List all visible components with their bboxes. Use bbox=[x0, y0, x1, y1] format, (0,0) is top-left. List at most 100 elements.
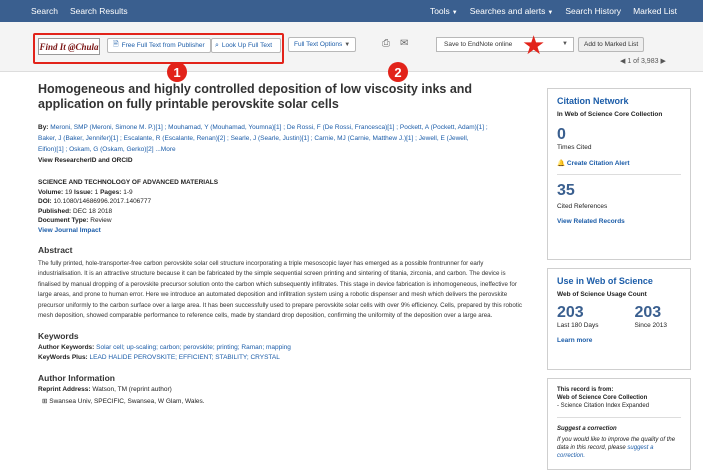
volume-label: Volume: bbox=[38, 188, 64, 196]
usage-heading: Use in Web of Science bbox=[557, 276, 653, 286]
full-text-options-label: Full Text Options bbox=[294, 41, 343, 48]
journal-name: SCIENCE AND TECHNOLOGY OF ADVANCED MATER… bbox=[38, 179, 219, 186]
usage-since2013-label: Since 2013 bbox=[634, 322, 667, 329]
create-citation-alert-label: Create Citation Alert bbox=[566, 160, 630, 167]
expand-plus-icon[interactable]: ⊞ bbox=[42, 398, 47, 405]
add-to-marked-list-button[interactable]: Add to Marked List bbox=[578, 37, 645, 52]
abstract-text: The fully printed, hole-transporter-free… bbox=[38, 260, 523, 320]
author-list: By: Meroni, SMP (Meroni, Simone M. P.)[1… bbox=[38, 122, 528, 166]
cited-references-count[interactable]: 35 bbox=[557, 182, 681, 200]
prev-arrow-icon[interactable]: ◀ bbox=[620, 58, 625, 65]
address-row[interactable]: ⊞ Swansea Univ, SPECIFIC, Swansea, W Gla… bbox=[38, 397, 538, 407]
free-full-text-label: Free Full Text from Publisher bbox=[121, 42, 205, 49]
author-keywords: Author Keywords: Solar cell; up-scaling;… bbox=[38, 343, 538, 353]
divider bbox=[557, 174, 681, 175]
usage-count-label: Web of Science Usage Count bbox=[557, 291, 647, 298]
source-metadata: SCIENCE AND TECHNOLOGY OF ADVANCED MATER… bbox=[38, 178, 538, 235]
print-icon[interactable]: ⎙ bbox=[382, 38, 390, 49]
author-keywords-label: Author Keywords: bbox=[38, 344, 95, 352]
record-source-card: This record is from: Web of Science Core… bbox=[547, 378, 691, 470]
search-document-icon: ⌕ bbox=[215, 41, 219, 49]
chevron-down-icon: ▼ bbox=[451, 10, 458, 16]
nav-search[interactable]: Search bbox=[31, 6, 58, 16]
usage-last180-label: Last 180 Days bbox=[557, 322, 599, 329]
times-cited-label: Times Cited bbox=[557, 144, 592, 151]
researcher-id-link[interactable]: View ResearcherID and ORCID bbox=[38, 157, 133, 164]
reprint-value: Watson, TM (reprint author) bbox=[92, 386, 172, 394]
keywords-plus-label: KeyWords Plus: bbox=[38, 354, 88, 362]
usage-last180-count: 203 bbox=[557, 304, 584, 321]
authors-line-2[interactable]: Baker, J (Baker, Jennifer)[1] ; Escalant… bbox=[38, 135, 469, 142]
document-icon: 🗎 bbox=[113, 41, 119, 48]
divider bbox=[557, 417, 681, 418]
citation-network-heading: Citation Network bbox=[557, 96, 629, 106]
chevron-down-icon: ▼ bbox=[562, 41, 568, 47]
journal-impact-link[interactable]: View Journal Impact bbox=[38, 227, 101, 234]
email-icon[interactable]: ✉ bbox=[400, 38, 408, 49]
published-label: Published: bbox=[38, 207, 72, 215]
pages-value: 1-9 bbox=[123, 188, 133, 196]
usage-card: Use in Web of Science Web of Science Usa… bbox=[547, 268, 691, 370]
nav-tools-label: Tools bbox=[429, 6, 450, 16]
record-index: - Science Citation Index Expanded bbox=[557, 403, 650, 409]
look-up-full-text-label: Look Up Full Text bbox=[221, 42, 273, 49]
author-info-heading: Author Information bbox=[38, 373, 115, 384]
suggest-correction-body: If you would like to improve the quality… bbox=[557, 437, 676, 451]
free-full-text-button[interactable]: 🗎 Free Full Text from Publisher bbox=[107, 38, 211, 53]
author-keywords-links[interactable]: Solar cell; up-scaling; carbon; perovski… bbox=[96, 344, 291, 351]
issue-value: 1 bbox=[94, 188, 99, 196]
by-label: By: bbox=[38, 124, 49, 131]
doi-value: 10.1080/14686996.2017.1406777 bbox=[53, 198, 152, 205]
top-nav-bar: Search Search Results Tools ▼ Searches an… bbox=[0, 0, 703, 22]
address-value: Swansea Univ, SPECIFIC, Swansea, W Glam,… bbox=[49, 398, 205, 406]
nav-searches-alerts-label: Searches and alerts bbox=[469, 6, 546, 16]
record-title: Homogeneous and highly controlled deposi… bbox=[38, 82, 473, 111]
full-text-options-button[interactable]: Full Text Options ▼ bbox=[288, 37, 357, 52]
doctype-label: Document Type: bbox=[38, 217, 89, 224]
pager-text: 1 of 3,983 bbox=[627, 58, 659, 65]
nav-tools[interactable]: Tools ▼ bbox=[430, 6, 458, 16]
issue-label: Issue: bbox=[74, 188, 93, 196]
chevron-down-icon: ▼ bbox=[344, 41, 351, 48]
findit-logo-button[interactable]: Find It @Chula bbox=[38, 38, 100, 55]
nav-search-history[interactable]: Search History bbox=[565, 6, 621, 16]
usage-since2013-count: 203 bbox=[634, 304, 662, 321]
save-to-endnote-select[interactable]: Save to EndNote online ▼ bbox=[436, 37, 574, 52]
doctype-value: Review bbox=[90, 217, 112, 224]
volume-value: 19 bbox=[64, 188, 73, 196]
keywords-plus-links[interactable]: LEAD HALIDE PEROVSKITE; EFFICIENT; STABI… bbox=[90, 354, 280, 361]
reprint-label: Reprint Address: bbox=[38, 386, 91, 394]
suggest-correction-text: If you would like to improve the quality… bbox=[557, 436, 681, 460]
citation-network-card: Citation Network In Web of Science Core … bbox=[547, 88, 691, 260]
record-collection: Web of Science Core Collection bbox=[557, 395, 648, 401]
look-up-full-text-button[interactable]: ⌕ Look Up Full Text bbox=[211, 38, 281, 53]
keywords-heading: Keywords bbox=[38, 331, 79, 342]
cited-references-label: Cited References bbox=[557, 203, 608, 210]
record-main: Homogeneous and highly controlled deposi… bbox=[38, 82, 538, 407]
reprint-address: Reprint Address: Watson, TM (reprint aut… bbox=[38, 385, 538, 395]
annotation-badge-1: 1 bbox=[167, 62, 187, 82]
authors-line-1[interactable]: Meroni, SMP (Meroni, Simone M. P.)[1] ; … bbox=[50, 124, 487, 131]
create-citation-alert-link[interactable]: 🔔 Create Citation Alert bbox=[557, 159, 681, 167]
published-value: DEC 18 2018 bbox=[73, 207, 113, 215]
nav-searches-alerts[interactable]: Searches and alerts ▼ bbox=[470, 6, 554, 16]
suggest-correction-heading: Suggest a correction bbox=[557, 426, 617, 432]
nav-search-results[interactable]: Search Results bbox=[70, 6, 128, 16]
learn-more-link[interactable]: Learn more bbox=[557, 337, 681, 344]
save-to-endnote-label: Save to EndNote online bbox=[444, 41, 513, 48]
star-icon: ★ bbox=[522, 30, 546, 60]
record-from-label: This record is from: bbox=[557, 387, 614, 393]
doi-label: DOI: bbox=[38, 198, 52, 205]
nav-marked-list[interactable]: Marked List bbox=[633, 6, 677, 16]
record-pager: ◀ 1 of 3,983 ▶ bbox=[620, 57, 666, 65]
abstract-heading: Abstract bbox=[38, 245, 73, 255]
next-arrow-icon[interactable]: ▶ bbox=[660, 58, 665, 65]
pages-label: Pages: bbox=[100, 188, 122, 196]
authors-line-3[interactable]: Eifion)[1] ; Oskam, G (Oskam, Gerko)[2] … bbox=[38, 146, 176, 153]
chevron-down-icon: ▼ bbox=[547, 10, 554, 16]
times-cited-count[interactable]: 0 bbox=[557, 126, 681, 144]
annotation-badge-2: 2 bbox=[388, 62, 408, 82]
keywords-plus: KeyWords Plus: LEAD HALIDE PEROVSKITE; E… bbox=[38, 353, 538, 363]
view-related-records-link[interactable]: View Related Records bbox=[557, 218, 681, 225]
bell-icon: 🔔 bbox=[557, 160, 566, 167]
